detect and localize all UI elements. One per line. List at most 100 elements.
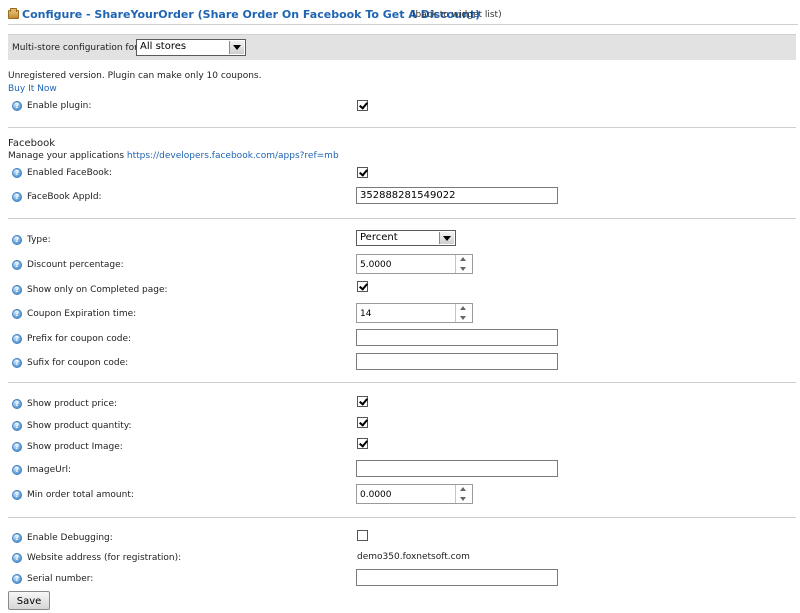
help-icon[interactable]: ? [12, 260, 22, 270]
help-icon[interactable]: ? [12, 421, 22, 431]
show-image-row: ? Show product Image: [12, 441, 312, 455]
type-label: Type: [27, 235, 51, 245]
discount-type-value: Percent [360, 232, 398, 243]
discount-percentage-input[interactable]: 5.0000 [356, 254, 473, 274]
help-icon[interactable]: ? [12, 101, 22, 111]
help-icon[interactable]: ? [12, 235, 22, 245]
coupon-prefix-input[interactable] [356, 329, 558, 346]
show-quantity-checkbox[interactable] [357, 417, 368, 428]
website-address-value: demo350.foxnetsoft.com [357, 552, 470, 562]
spinner-down-icon[interactable] [456, 264, 471, 273]
spinner-up-icon[interactable] [456, 304, 471, 313]
store-select-value: All stores [140, 41, 187, 52]
multistore-bar: Multi-store configuration for All stores [8, 34, 796, 60]
enable-plugin-checkbox[interactable] [357, 100, 368, 111]
min-order-total-label: Min order total amount: [27, 490, 134, 500]
show-quantity-label: Show product quantity: [27, 421, 132, 431]
section-divider [8, 218, 796, 219]
facebook-appid-value: 352888281549022 [360, 190, 456, 201]
coupon-sufix-label: Sufix for coupon code: [27, 358, 129, 368]
help-icon[interactable]: ? [12, 192, 22, 202]
website-address-row: ? Website address (for registration): [12, 552, 312, 566]
save-button[interactable]: Save [8, 591, 50, 610]
show-price-row: ? Show product price: [12, 398, 312, 412]
min-order-total-row: ? Min order total amount: [12, 489, 312, 503]
help-icon[interactable]: ? [12, 399, 22, 409]
help-icon[interactable]: ? [12, 490, 22, 500]
help-icon[interactable]: ? [12, 358, 22, 368]
coupon-prefix-row: ? Prefix for coupon code: [12, 333, 312, 347]
enabled-facebook-label: Enabled FaceBook: [27, 168, 113, 178]
spinner-down-icon[interactable] [456, 313, 471, 322]
enable-debugging-label: Enable Debugging: [27, 533, 113, 543]
enable-plugin-label: Enable plugin: [27, 101, 92, 111]
coupon-expiration-value: 14 [360, 309, 372, 319]
facebook-appid-label: FaceBook AppId: [27, 192, 102, 202]
help-icon[interactable]: ? [12, 285, 22, 295]
help-icon[interactable]: ? [12, 533, 22, 543]
min-order-total-value: 0.0000 [360, 490, 392, 500]
help-icon[interactable]: ? [12, 334, 22, 344]
facebook-appid-row: ? FaceBook AppId: [12, 191, 312, 205]
image-url-label: ImageUrl: [27, 465, 72, 475]
coupon-sufix-input[interactable] [356, 353, 558, 370]
discount-percentage-label: Discount percentage: [27, 260, 124, 270]
chevron-down-icon[interactable] [439, 232, 454, 244]
facebook-developers-link[interactable]: https://developers.facebook.com/apps?ref… [127, 151, 339, 161]
multistore-label: Multi-store configuration for [12, 43, 138, 53]
help-icon[interactable]: ? [12, 553, 22, 563]
chevron-down-icon[interactable] [229, 41, 244, 54]
serial-number-input[interactable] [356, 569, 558, 586]
coupon-expiration-row: ? Coupon Expiration time: [12, 308, 312, 322]
spinner-down-icon[interactable] [456, 494, 471, 503]
enabled-facebook-row: ? Enabled FaceBook: [12, 167, 312, 181]
completed-only-checkbox[interactable] [357, 281, 368, 292]
discount-type-select[interactable]: Percent [356, 230, 456, 246]
folder-icon [8, 8, 19, 19]
image-url-input[interactable] [356, 460, 558, 477]
section-divider [8, 127, 796, 128]
coupon-prefix-label: Prefix for coupon code: [27, 334, 132, 344]
buy-it-now-link[interactable]: Buy It Now [8, 84, 57, 94]
coupon-expiration-label: Coupon Expiration time: [27, 309, 137, 319]
completed-only-label: Show only on Completed page: [27, 285, 168, 295]
unregistered-notice: Unregistered version. Plugin can make on… [8, 71, 262, 81]
help-icon[interactable]: ? [12, 309, 22, 319]
coupon-expiration-input[interactable]: 14 [356, 303, 473, 323]
facebook-appid-input[interactable]: 352888281549022 [356, 187, 558, 204]
spinner-up-icon[interactable] [456, 485, 471, 494]
page-header: Configure - ShareYourOrder (Share Order … [8, 6, 798, 24]
show-price-checkbox[interactable] [357, 396, 368, 407]
show-image-label: Show product Image: [27, 442, 123, 452]
min-order-total-input[interactable]: 0.0000 [356, 484, 473, 504]
enable-debugging-row: ? Enable Debugging: [12, 532, 312, 546]
serial-number-row: ? Serial number: [12, 573, 312, 587]
discount-percentage-row: ? Discount percentage: [12, 259, 312, 273]
enable-debugging-checkbox[interactable] [357, 530, 368, 541]
coupon-sufix-row: ? Sufix for coupon code: [12, 357, 312, 371]
type-row: ? Type: [12, 234, 312, 248]
help-icon[interactable]: ? [12, 168, 22, 178]
store-select[interactable]: All stores [136, 39, 246, 56]
facebook-heading: Facebook [8, 138, 55, 149]
completed-only-row: ? Show only on Completed page: [12, 284, 312, 298]
manage-applications-line: Manage your applications https://develop… [8, 151, 339, 161]
section-divider [8, 517, 796, 518]
show-image-checkbox[interactable] [357, 438, 368, 449]
discount-percentage-value: 5.0000 [360, 260, 392, 270]
spinner [455, 485, 472, 503]
serial-number-label: Serial number: [27, 574, 94, 584]
back-to-widget-list-link[interactable]: (back to widget list) [412, 10, 502, 20]
help-icon[interactable]: ? [12, 465, 22, 475]
show-quantity-row: ? Show product quantity: [12, 420, 312, 434]
spinner [455, 304, 472, 322]
show-price-label: Show product price: [27, 399, 118, 409]
header-divider [8, 24, 798, 25]
spinner-up-icon[interactable] [456, 255, 471, 264]
enabled-facebook-checkbox[interactable] [357, 167, 368, 178]
section-divider [8, 382, 796, 383]
help-icon[interactable]: ? [12, 574, 22, 584]
enable-plugin-row: ? Enable plugin: [12, 100, 312, 114]
help-icon[interactable]: ? [12, 442, 22, 452]
website-address-label: Website address (for registration): [27, 553, 182, 563]
